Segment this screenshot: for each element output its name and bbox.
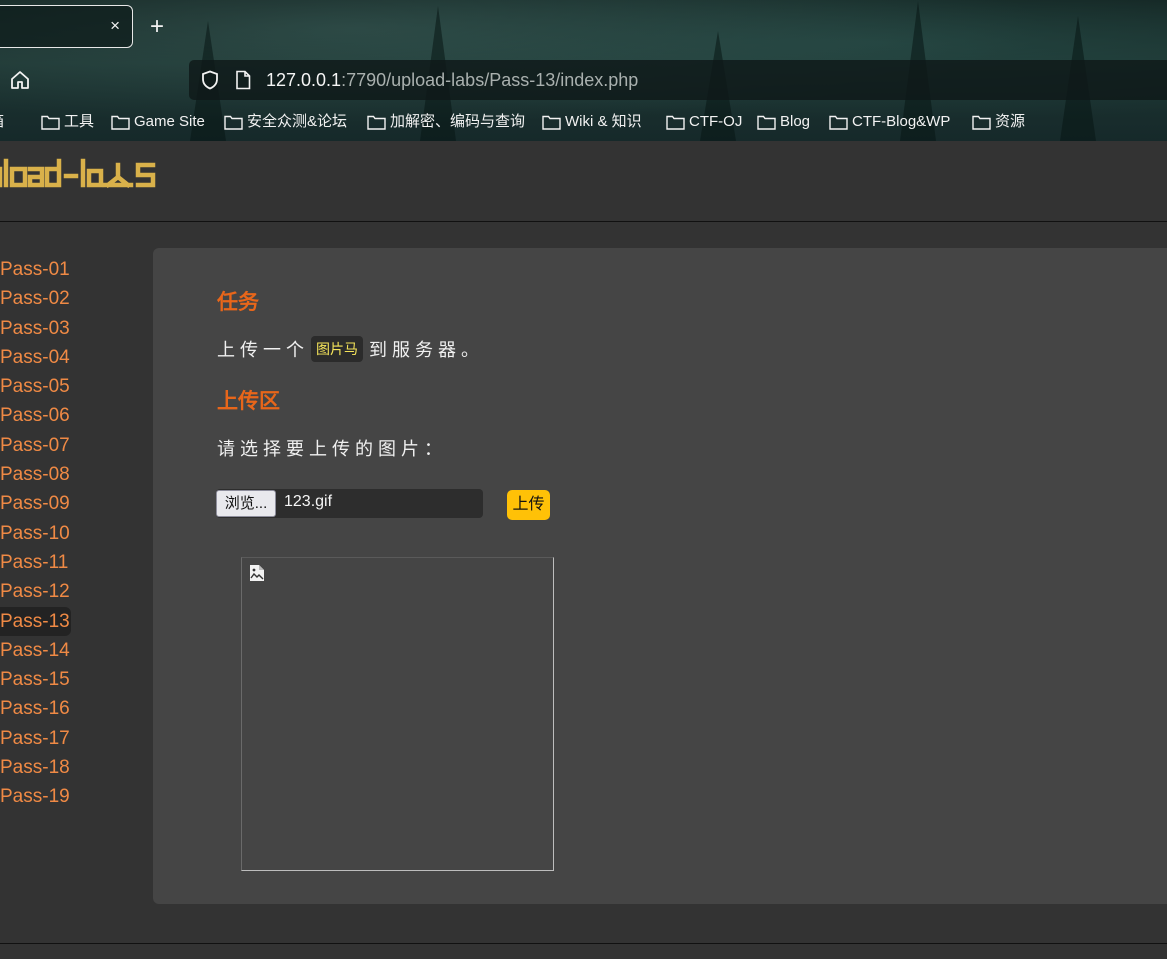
- bookmark-label: Wiki & 知识: [565, 113, 642, 130]
- bookmark-item[interactable]: 资源: [972, 111, 1025, 133]
- bookmark-label: 资源: [995, 113, 1026, 130]
- sidebar-item-pass-19[interactable]: Pass-19: [0, 782, 71, 811]
- bookmark-label: Blog: [780, 113, 811, 130]
- sidebar-item-pass-04[interactable]: Pass-04: [0, 343, 71, 372]
- sidebar-item-pass-18[interactable]: Pass-18: [0, 753, 71, 782]
- upload-button[interactable]: 上传: [507, 490, 550, 520]
- new-tab-button[interactable]: +: [150, 14, 164, 40]
- task-text-after: 到服务器。: [369, 340, 484, 360]
- selected-file-name: 123.gif: [284, 493, 333, 510]
- sidebar-item-pass-14[interactable]: Pass-14: [0, 636, 71, 665]
- url-text[interactable]: 127.0.0.1:7790/upload-labs/Pass-13/index…: [266, 69, 638, 91]
- sidebar-item-pass-11[interactable]: Pass-11: [0, 548, 71, 577]
- sidebar-item-pass-10[interactable]: Pass-10: [0, 519, 71, 548]
- bookmark-item[interactable]: CTF-OJ: [666, 111, 742, 133]
- folder-icon: [367, 115, 386, 130]
- bookmark-item[interactable]: 邮箱: [0, 111, 4, 133]
- sidebar-item-pass-08[interactable]: Pass-08: [0, 460, 71, 489]
- file-input[interactable]: 浏览... 123.gif: [216, 489, 483, 518]
- folder-icon: [41, 115, 60, 130]
- browser-chrome: × + 127.0.0.1:7790/upload-labs/Pass-13/i…: [0, 0, 1167, 141]
- main-panel: 任务 上传一个 图片马 到服务器。 上传区 请选择要上传的图片： 浏览... 123…: [153, 248, 1167, 904]
- sidebar-item-pass-09[interactable]: Pass-09: [0, 489, 71, 518]
- task-text-before: 上传一个: [217, 340, 309, 360]
- folder-icon: [111, 115, 130, 130]
- sidebar-item-pass-16[interactable]: Pass-16: [0, 694, 71, 723]
- task-description: 上传一个 图片马 到服务器。: [217, 336, 484, 362]
- bookmark-label: 邮箱: [0, 113, 4, 130]
- sidebar-item-pass-05[interactable]: Pass-05: [0, 372, 71, 401]
- bookmark-item[interactable]: Blog: [757, 111, 810, 133]
- broken-image-icon: [250, 565, 264, 581]
- uploaded-image-preview: [241, 557, 554, 871]
- sidebar-item-pass-15[interactable]: Pass-15: [0, 665, 71, 694]
- sidebar-item-pass-02[interactable]: Pass-02: [0, 284, 71, 313]
- task-heading: 任务: [217, 291, 259, 314]
- sidebar-item-pass-07[interactable]: Pass-07: [0, 431, 71, 460]
- bookmark-item[interactable]: Wiki & 知识: [542, 111, 642, 133]
- home-icon[interactable]: [9, 69, 31, 91]
- url-path: :7790/upload-labs/Pass-13/index.php: [341, 70, 639, 90]
- url-host: 127.0.0.1: [266, 70, 342, 90]
- browse-button[interactable]: 浏览...: [216, 490, 276, 517]
- bookmark-item[interactable]: CTF-Blog&WP: [829, 111, 950, 133]
- task-code-badge: 图片马: [311, 336, 363, 362]
- bookmark-item[interactable]: 加解密、编码与查询: [367, 111, 525, 133]
- folder-icon: [666, 115, 685, 130]
- bookmark-item[interactable]: 工具: [41, 111, 94, 133]
- sidebar-item-pass-03[interactable]: Pass-03: [0, 314, 71, 343]
- sidebar-item-pass-06[interactable]: Pass-06: [0, 401, 71, 430]
- sidebar-item-pass-01[interactable]: Pass-01: [0, 255, 71, 284]
- sidebar-item-pass-12[interactable]: Pass-12: [0, 577, 71, 606]
- footer: [0, 943, 1167, 959]
- folder-icon: [829, 115, 848, 130]
- upload-prompt: 请选择要上传的图片：: [217, 439, 447, 459]
- bookmark-label: CTF-Blog&WP: [852, 113, 951, 130]
- tab-close-button[interactable]: ×: [110, 16, 120, 36]
- upload-heading: 上传区: [217, 390, 280, 413]
- bookmark-label: CTF-OJ: [689, 113, 743, 130]
- shield-icon[interactable]: [201, 70, 219, 90]
- sidebar-item-pass-17[interactable]: Pass-17: [0, 724, 71, 753]
- bookmark-item[interactable]: 安全众测&论坛: [224, 111, 347, 133]
- bookmark-label: Game Site: [134, 113, 205, 130]
- folder-icon: [757, 115, 776, 130]
- folder-icon: [542, 115, 561, 130]
- site-logo[interactable]: [0, 157, 186, 197]
- bookmark-item[interactable]: Game Site: [111, 111, 205, 133]
- bookmark-label: 安全众测&论坛: [247, 113, 348, 130]
- folder-icon: [972, 115, 991, 130]
- folder-icon: [224, 115, 243, 130]
- sidebar-nav: Pass-01 Pass-02 Pass-03 Pass-04 Pass-05 …: [0, 255, 90, 812]
- site-header: [0, 141, 1167, 222]
- page-icon[interactable]: [235, 70, 251, 90]
- browser-tab[interactable]: ×: [0, 5, 133, 48]
- sidebar-item-pass-13[interactable]: Pass-13: [0, 606, 71, 636]
- bookmark-label: 加解密、编码与查询: [390, 113, 526, 130]
- bookmark-label: 工具: [64, 113, 95, 130]
- address-bar[interactable]: 127.0.0.1:7790/upload-labs/Pass-13/index…: [189, 60, 1167, 100]
